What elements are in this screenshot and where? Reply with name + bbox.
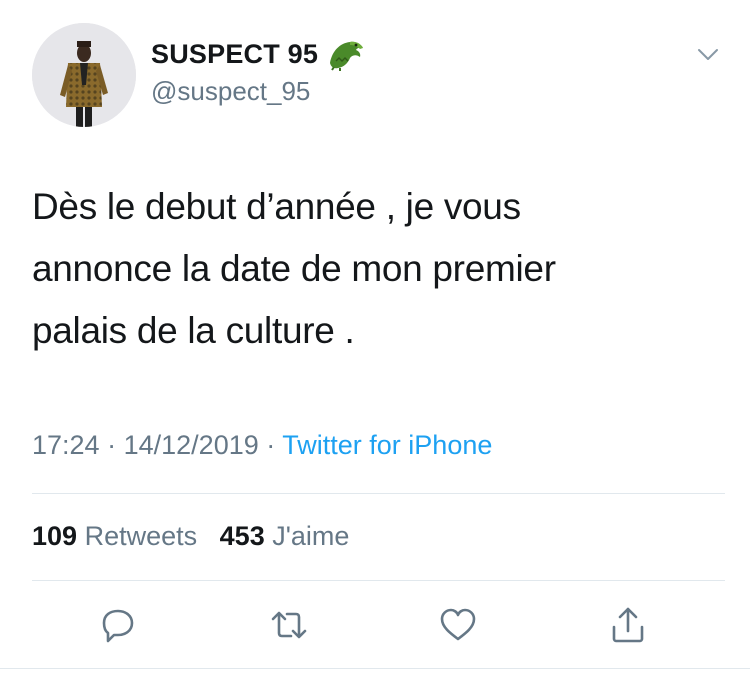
tweet-time: 17:24 [32, 430, 100, 460]
chevron-down-icon[interactable] [697, 48, 719, 62]
tweet-text-line: annonce la date de mon premier [32, 248, 556, 289]
tweet-meta: 17:24 · 14/12/2019 · Twitter for iPhone [32, 430, 492, 461]
divider [32, 493, 725, 494]
tweet-stats: 109 Retweets 453 J'aime [32, 521, 349, 552]
author-handle[interactable]: @suspect_95 [151, 76, 310, 107]
likes-count: 453 [219, 521, 265, 551]
crocodile-emoji-icon [326, 37, 366, 71]
retweets-count: 109 [32, 521, 78, 551]
meta-separator: · [107, 430, 117, 460]
bottom-divider [0, 668, 750, 669]
tweet-source-link[interactable]: Twitter for iPhone [282, 430, 492, 460]
share-icon[interactable] [606, 603, 650, 647]
retweet-icon[interactable] [267, 603, 311, 647]
tweet-text: Dès le debut d’année , je vous annonce l… [32, 176, 672, 362]
tweet-text-line: palais de la culture . [32, 310, 355, 351]
reply-icon[interactable] [96, 603, 140, 647]
likes-label: J'aime [272, 521, 350, 551]
avatar-photo [32, 23, 136, 127]
author-name-row[interactable]: SUSPECT 95 [151, 37, 366, 71]
retweets-stat[interactable]: 109 Retweets [32, 521, 197, 551]
author-name[interactable]: SUSPECT 95 [151, 39, 318, 70]
avatar[interactable] [32, 23, 136, 127]
tweet-text-line: Dès le debut d’année , je vous [32, 186, 521, 227]
heart-icon[interactable] [436, 603, 480, 647]
likes-stat[interactable]: 453 J'aime [220, 521, 350, 551]
meta-separator: · [266, 430, 276, 460]
divider [32, 580, 725, 581]
retweets-label: Retweets [84, 521, 198, 551]
action-bar [0, 603, 750, 647]
tweet-date: 14/12/2019 [123, 430, 259, 460]
